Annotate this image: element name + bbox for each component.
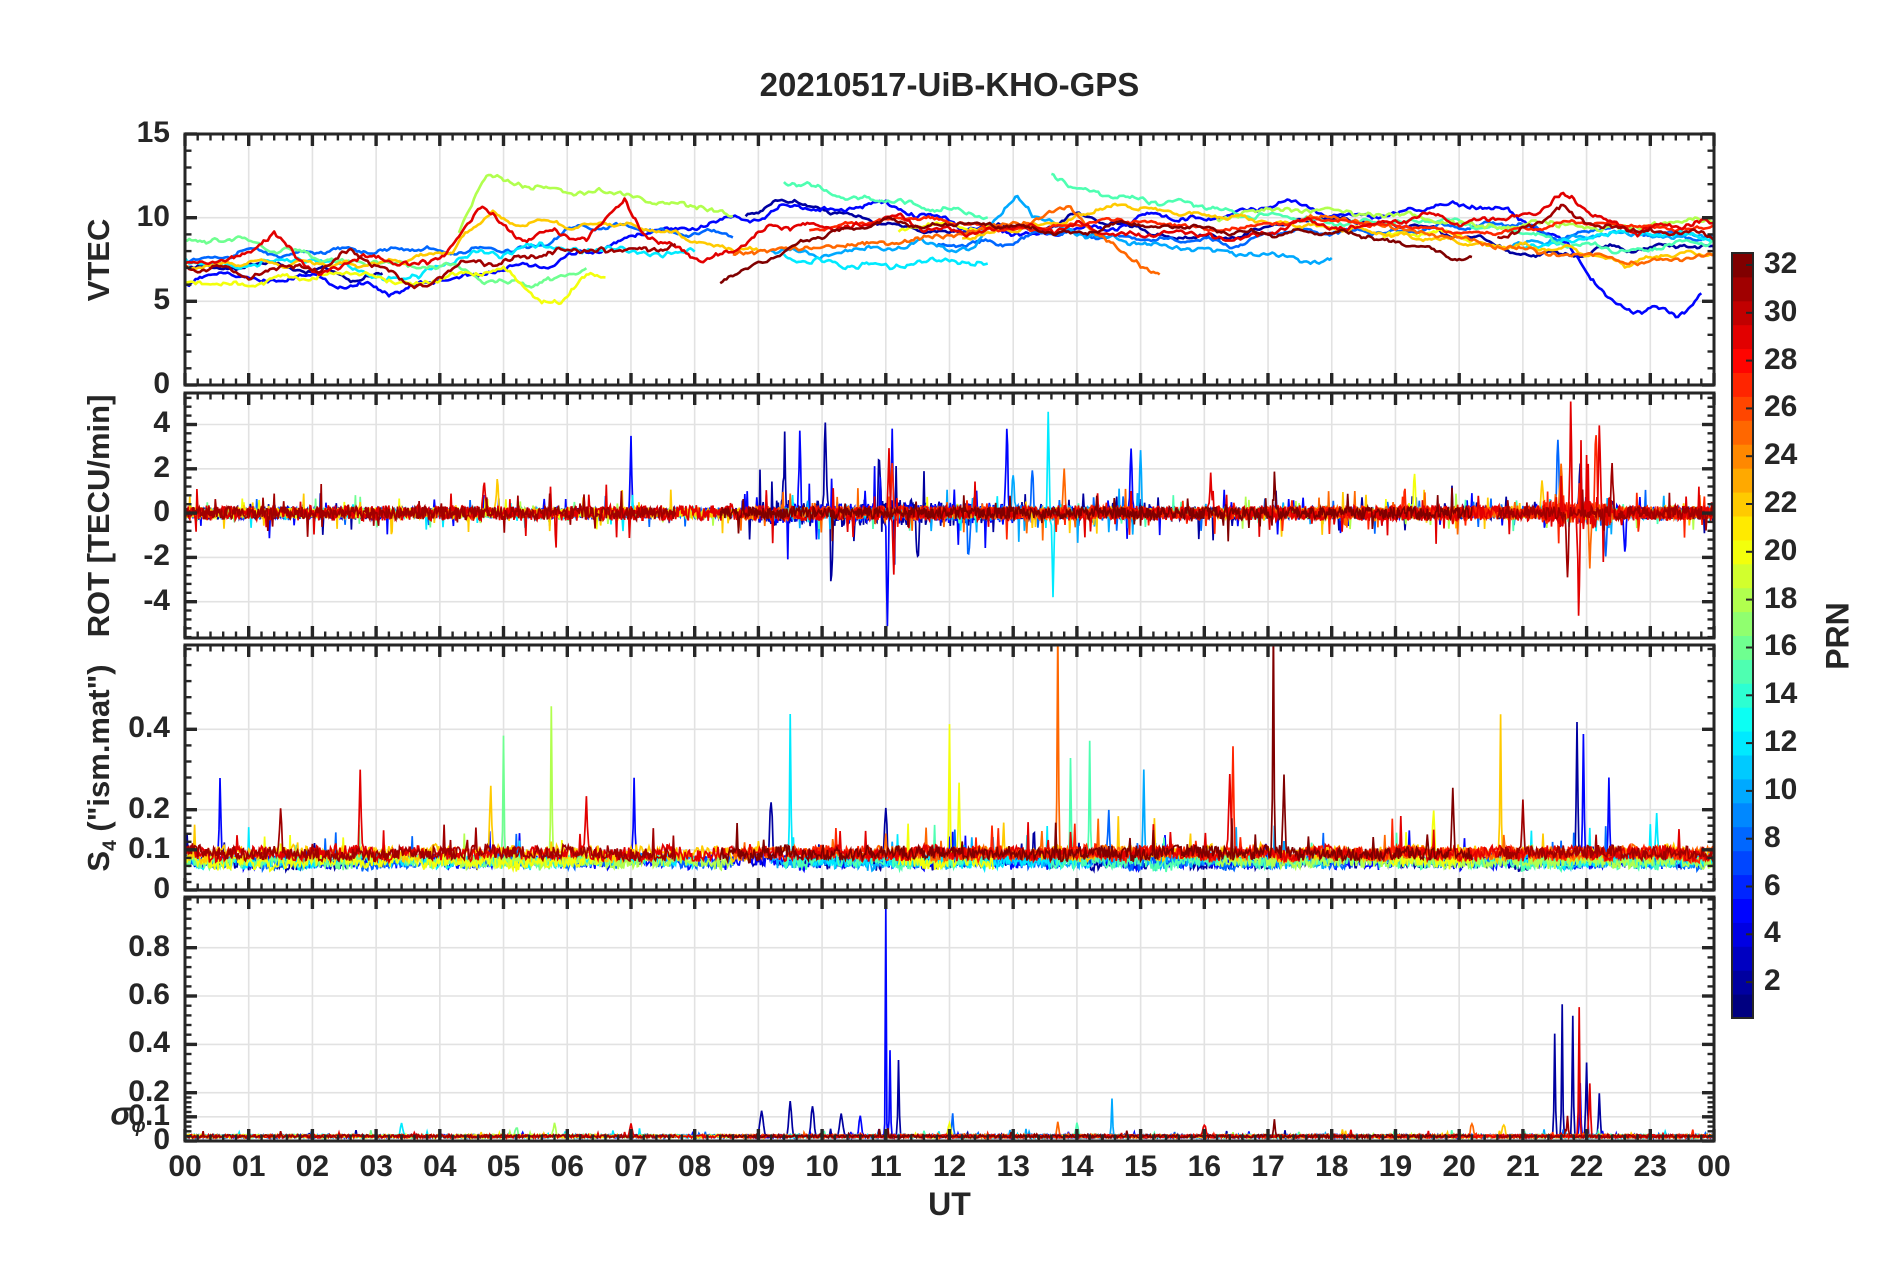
y-tick-label: 15 [136,116,170,149]
y-tick-label: 0.6 [128,978,170,1012]
y-axis-label-sigma: σφ [110,1095,146,1137]
colorbar-tick-label: 6 [1764,868,1781,902]
colorbar-tick-label: 20 [1764,533,1798,567]
colorbar-tick-label: 30 [1764,294,1798,328]
colorbar-tick-label: 28 [1764,342,1798,376]
colorbar-tick-label: 14 [1764,677,1798,711]
colorbar-tick-label: 18 [1764,581,1798,615]
colorbar-tick-label: 8 [1764,820,1781,854]
chart-svg [183,132,1754,1143]
colorbar [1731,252,1754,1019]
colorbar-tick-label: 2 [1764,964,1781,998]
colorbar-tick-label: 26 [1764,390,1798,424]
colorbar-tick-label: 4 [1764,916,1781,950]
colorbar-tick-label: 32 [1764,246,1798,280]
y-tick-label: 0 [153,872,170,905]
colorbar-tick-label: 22 [1764,486,1798,520]
y-axis-label-vtec: VTEC [81,218,116,301]
colorbar-tick-label: 16 [1764,629,1798,663]
x-axis-label: UT [928,1186,971,1222]
y-axis-label-s4: S4 ("ism.mat") [81,663,122,872]
colorbar-tick-label: 12 [1764,725,1798,759]
x-tick-label: 00 [1697,1150,1731,1183]
colorbar-tick-label: 24 [1764,438,1798,472]
y-tick-label: 0.4 [128,1026,170,1060]
colorbar-tick-label: 10 [1764,772,1798,806]
y-axis-label-rot: ROT [TECU/min] [81,394,116,637]
gps-scintillation-figure: 20210517-UiB-KHO-GPS UT PRN 00 01 02 03 04 05… [0,0,1902,1272]
y-tick-label: 0.8 [128,929,170,963]
